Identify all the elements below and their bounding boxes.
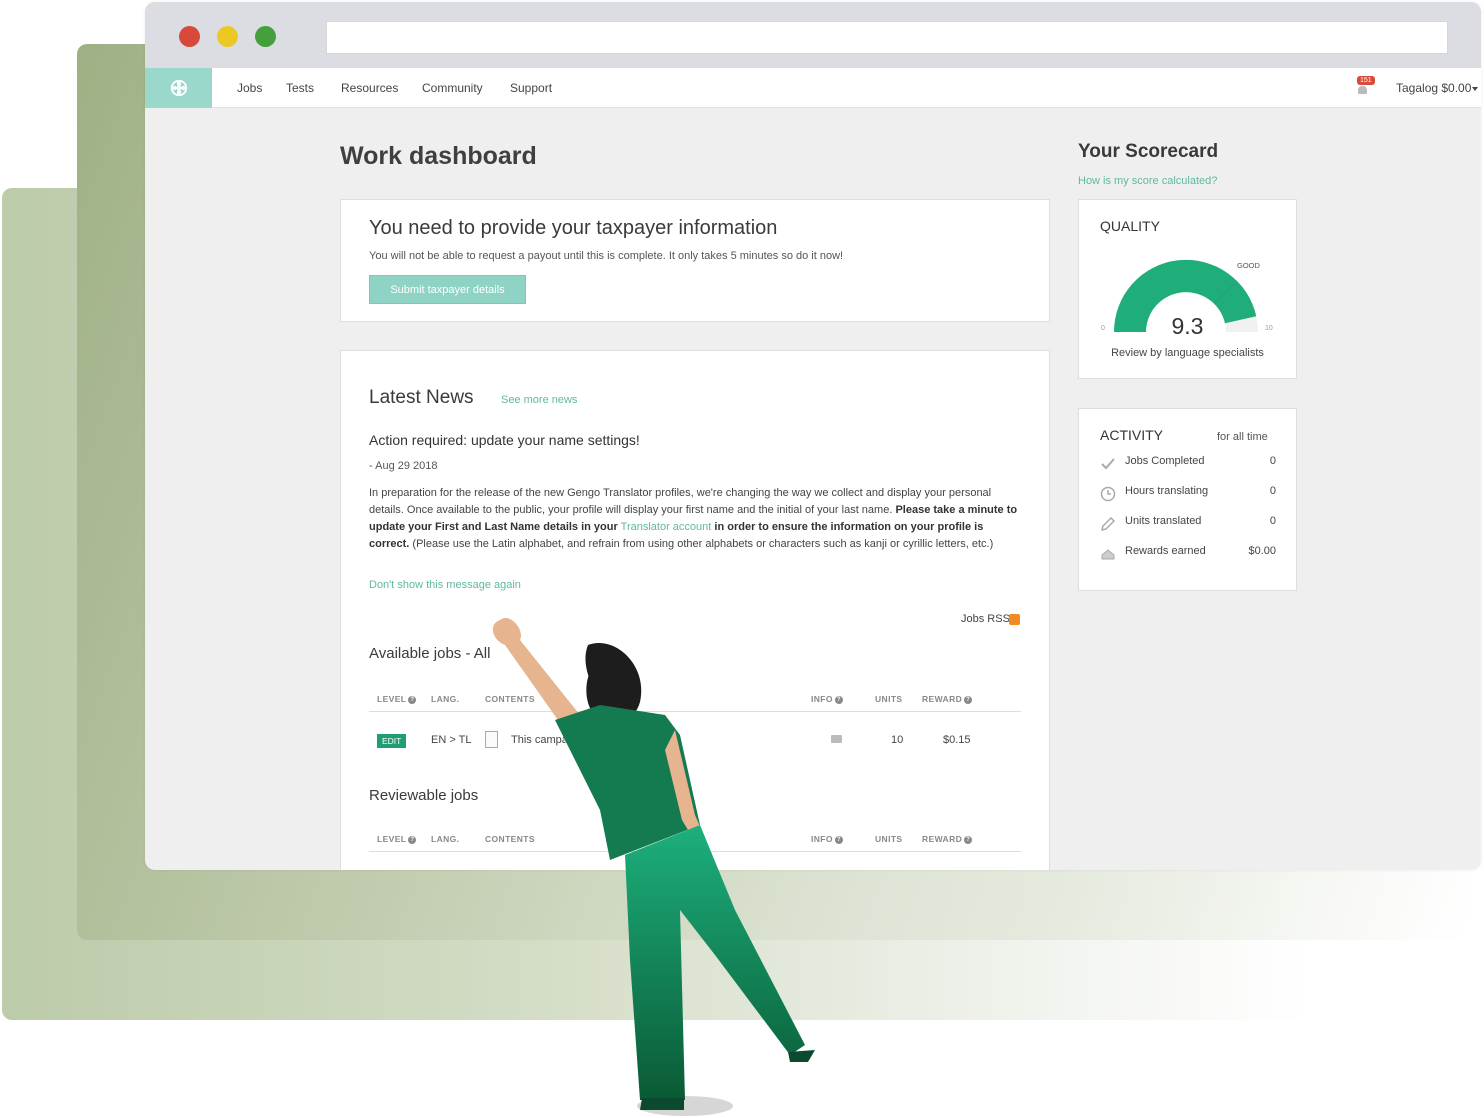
help-icon[interactable]: ? <box>408 836 417 844</box>
top-navbar: Jobs Tests Resources Community Support 1… <box>145 68 1481 108</box>
activity-label: Hours translating <box>1125 485 1209 497</box>
maximize-window-button[interactable] <box>255 26 276 47</box>
help-icon[interactable]: ? <box>834 696 843 704</box>
activity-period: for all time <box>1217 431 1268 443</box>
activity-row-rewards: Rewards earned $0.00 <box>1100 543 1276 563</box>
translator-account-link[interactable]: Translator account <box>621 521 712 533</box>
quality-score: 9.3 <box>1171 313 1204 339</box>
job-reward: $0.15 <box>943 734 971 746</box>
nav-support[interactable]: Support <box>510 81 552 95</box>
taxpayer-alert-title: You need to provide your taxpayer inform… <box>369 217 778 239</box>
address-bar[interactable] <box>326 21 1448 54</box>
level-badge: EDIT <box>377 734 407 748</box>
news-section-title: Latest News <box>369 387 474 408</box>
nav-jobs[interactable]: Jobs <box>237 81 262 95</box>
activity-card: ACTIVITY for all time Jobs Completed 0 H… <box>1078 408 1297 591</box>
activity-value: $0.00 <box>1248 545 1276 557</box>
col-reward[interactable]: REWARD? <box>922 694 973 704</box>
news-body: In preparation for the release of the ne… <box>369 485 1019 553</box>
quality-card: QUALITY GOOD 0 10 9.3 Review by language… <box>1078 199 1297 379</box>
activity-label: Rewards earned <box>1125 545 1206 557</box>
dismiss-message-link[interactable]: Don't show this message again <box>369 579 521 591</box>
nav-resources[interactable]: Resources <box>341 81 398 95</box>
quality-subtitle: Review by language specialists <box>1111 347 1264 359</box>
reviewable-jobs-title: Reviewable jobs <box>369 787 479 804</box>
col-lang[interactable]: LANG. <box>431 834 459 844</box>
activity-value: 0 <box>1269 455 1276 467</box>
gauge-good-label: GOOD <box>1237 261 1260 270</box>
news-headline: Action required: update your name settin… <box>369 432 640 448</box>
news-body-text-2: (Please use the Latin alphabet, and refr… <box>412 538 994 550</box>
taxpayer-alert-card: You need to provide your taxpayer inform… <box>340 199 1050 322</box>
check-icon <box>1101 458 1115 470</box>
account-menu[interactable]: Tagalog $0.00 <box>1396 81 1471 95</box>
col-level[interactable]: LEVEL? <box>377 834 417 844</box>
activity-row-units: Units translated 0 <box>1100 513 1276 533</box>
activity-value: 0 <box>1269 515 1276 527</box>
score-calculation-link[interactable]: How is my score calculated? <box>1078 175 1217 187</box>
minimize-window-button[interactable] <box>217 26 238 47</box>
taxpayer-alert-text: You will not be able to request a payout… <box>369 250 844 262</box>
person-illustration <box>492 618 815 1116</box>
activity-label: Units translated <box>1125 515 1202 527</box>
browser-chrome <box>145 2 1481 68</box>
activity-row-hours: Hours translating 0 <box>1100 483 1276 503</box>
nav-community[interactable]: Community <box>422 81 483 95</box>
help-icon[interactable]: ? <box>964 696 973 704</box>
activity-value: 0 <box>1269 485 1276 497</box>
quality-heading: QUALITY <box>1100 218 1160 234</box>
rss-icon[interactable] <box>1009 614 1020 625</box>
nav-tests[interactable]: Tests <box>286 81 314 95</box>
activity-heading: ACTIVITY <box>1100 427 1164 443</box>
close-window-button[interactable] <box>179 26 200 47</box>
col-reward[interactable]: REWARD? <box>922 834 973 844</box>
col-level[interactable]: LEVEL? <box>377 694 417 704</box>
piggy-bank-icon <box>1101 549 1115 560</box>
job-units: 10 <box>891 734 904 746</box>
help-icon[interactable]: ? <box>834 836 843 844</box>
clock-icon <box>1100 486 1116 502</box>
notification-bell-icon[interactable] <box>1358 86 1367 94</box>
col-units[interactable]: UNITS <box>875 834 903 844</box>
submit-taxpayer-button[interactable]: Submit taxpayer details <box>369 275 526 304</box>
comment-icon[interactable] <box>831 735 842 743</box>
help-icon[interactable]: ? <box>964 836 973 844</box>
page-title: Work dashboard <box>340 142 537 170</box>
activity-row-jobs: Jobs Completed 0 <box>1100 453 1276 473</box>
col-units[interactable]: UNITS <box>875 694 903 704</box>
job-lang: EN > TL <box>431 734 472 746</box>
pencil-icon <box>1100 516 1116 532</box>
jobs-rss-link[interactable]: Jobs RSS <box>961 613 1010 625</box>
activity-label: Jobs Completed <box>1125 455 1205 467</box>
logo-icon <box>170 79 187 97</box>
see-more-news-link[interactable]: See more news <box>501 394 577 406</box>
chevron-down-icon[interactable] <box>1472 87 1478 91</box>
news-date: - Aug 29 2018 <box>369 460 438 472</box>
notification-count-badge[interactable]: 151 <box>1357 76 1375 85</box>
help-icon[interactable]: ? <box>408 696 417 704</box>
col-lang[interactable]: LANG. <box>431 694 459 704</box>
gengo-logo[interactable] <box>145 68 212 108</box>
scorecard-title: Your Scorecard <box>1078 141 1219 162</box>
